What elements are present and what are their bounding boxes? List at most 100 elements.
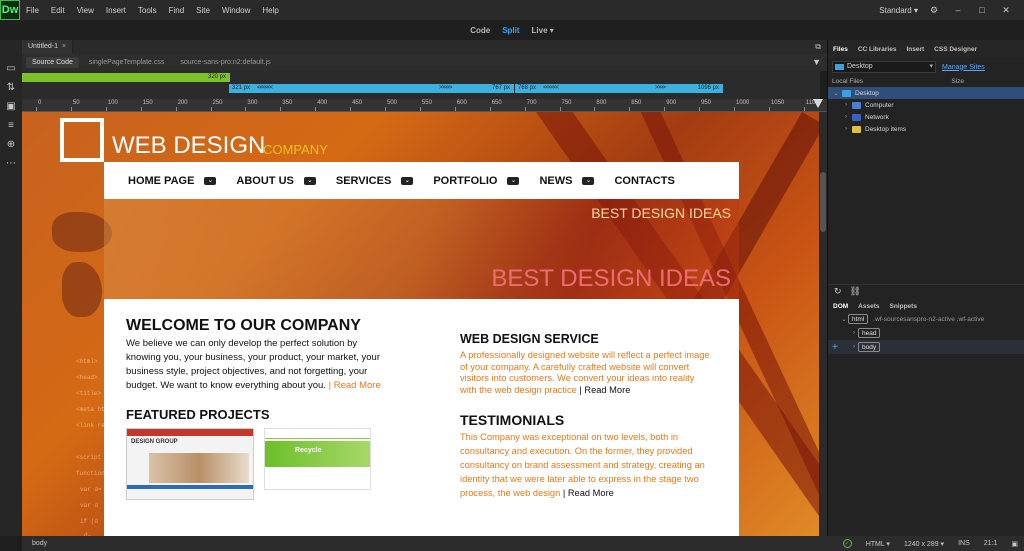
live-view-canvas[interactable]: <html> <head> <title> <meta ht <link rel… <box>22 112 819 536</box>
tab-snippets[interactable]: Snippets <box>885 303 922 310</box>
connect-icon[interactable]: ⛓ <box>850 286 861 297</box>
menu-window[interactable]: Window <box>216 6 256 15</box>
chevron-right-icon[interactable]: › <box>842 102 850 108</box>
status-bar: body ✓ HTML ▾ 1240 x 289 ▾ INS 21:1 ▣ <box>22 536 1024 551</box>
document-type-select[interactable]: HTML ▾ <box>866 540 890 548</box>
sync-settings-icon[interactable]: ⚙ <box>926 5 942 16</box>
menu-find[interactable]: Find <box>163 6 191 15</box>
chevron-right-icon[interactable]: › <box>850 344 858 350</box>
related-file-css[interactable]: singlePageTemplate.css <box>83 57 171 68</box>
live-view-button[interactable]: Live ▾ <box>532 26 554 35</box>
tree-item-network[interactable]: › Network <box>828 111 1024 123</box>
welcome-read-more-link[interactable]: | Read More <box>326 380 381 391</box>
sort-icon[interactable]: ⇅ <box>5 83 17 93</box>
media-query-768-1096[interactable]: 768 px <<<<<< >>>> 1096 px <box>515 84 723 93</box>
tree-item-computer[interactable]: › Computer <box>828 99 1024 111</box>
format-icon[interactable]: ≡ <box>5 121 17 131</box>
tab-cc-libraries[interactable]: CC Libraries <box>853 46 902 53</box>
tab-insert[interactable]: Insert <box>901 46 929 53</box>
close-icon[interactable]: ✕ <box>998 5 1014 16</box>
menu-help[interactable]: Help <box>256 6 284 15</box>
dom-node-html[interactable]: ⌄ html .wf-sourcesanspro-n2-active .wf-a… <box>828 312 1024 326</box>
tab-css-designer[interactable]: CSS Designer <box>929 46 982 53</box>
related-file-js[interactable]: source-sans-pro:n2:default.js <box>174 57 276 68</box>
testimonials-read-more-link[interactable]: | Read More <box>560 488 614 498</box>
chevron-down-icon[interactable]: ⌄ <box>840 316 848 323</box>
add-element-icon[interactable]: + <box>832 342 842 353</box>
tree-item-desktop-items[interactable]: › Desktop items <box>828 123 1024 135</box>
nav-services[interactable]: SERVICES ⌄ <box>336 175 414 187</box>
ruler-tick <box>734 107 735 111</box>
project-thumbnail-2[interactable]: Recycle <box>264 428 371 490</box>
thumb-caption: DESIGN GROUP <box>131 439 178 445</box>
refresh-icon[interactable]: ↻ <box>834 286 842 297</box>
tree-item-desktop[interactable]: ⌄ Desktop <box>828 87 1024 99</box>
nav-home[interactable]: HOME PAGE ⌄ <box>128 175 217 187</box>
dom-node-head[interactable]: › head <box>828 326 1024 340</box>
menu-tools[interactable]: Tools <box>132 6 163 15</box>
mq-chevrons-right: >>>>> <box>439 85 452 91</box>
workspace-label: Standard <box>879 5 912 15</box>
files-location-select[interactable]: Desktop ▾ <box>832 61 936 73</box>
code-view-button[interactable]: Code <box>470 26 490 35</box>
tab-assets[interactable]: Assets <box>853 303 884 310</box>
mq-label-1096: 1096 px <box>697 85 719 91</box>
chevron-right-icon[interactable]: › <box>842 114 850 120</box>
minimize-icon[interactable]: – <box>950 5 966 15</box>
size-column[interactable]: Size <box>951 78 964 85</box>
maximize-icon[interactable]: □ <box>974 5 990 15</box>
tab-untitled-1[interactable]: Untitled-1 × <box>22 40 74 54</box>
chevron-right-icon[interactable]: › <box>842 126 850 132</box>
nav-news[interactable]: NEWS ⌄ <box>539 175 595 187</box>
tab-dom[interactable]: DOM <box>828 303 853 310</box>
service-heading: WEB DESIGN SERVICE <box>460 332 599 346</box>
code-ghost-line: if (d <box>80 518 99 525</box>
local-files-column[interactable]: Local Files <box>832 78 863 85</box>
code-ghost-line: var d= <box>80 486 102 493</box>
ruler-tick <box>768 107 770 111</box>
menu-file[interactable]: File <box>20 6 45 15</box>
close-tab-icon[interactable]: × <box>62 43 66 50</box>
ruler-tick-label: 500 <box>387 100 398 106</box>
menu-edit[interactable]: Edit <box>45 6 71 15</box>
canvas-scrollbar[interactable] <box>819 112 827 536</box>
chevron-down-icon[interactable]: ⌄ <box>832 90 840 97</box>
tag-selector[interactable]: body <box>32 540 47 547</box>
menu-view[interactable]: View <box>71 6 100 15</box>
related-files-bar: Source Code singlePageTemplate.css sourc… <box>22 54 827 71</box>
menu-insert[interactable]: Insert <box>100 6 132 15</box>
nav-arrow-icon: ⌄ <box>303 176 316 185</box>
inspect-icon[interactable]: ▣ <box>5 102 17 112</box>
expand-icon[interactable]: ⧉ <box>815 40 821 54</box>
tab-files[interactable]: Files <box>828 46 853 53</box>
file-icon[interactable]: ▭ <box>5 64 17 74</box>
manage-sites-link[interactable]: Manage Sites <box>942 64 985 71</box>
target-icon[interactable]: ⊕ <box>5 140 17 150</box>
media-query-321-767[interactable]: 321 px <<<<<< >>>>> 767 px <box>229 84 514 93</box>
filter-icon[interactable]: ▼ <box>812 57 821 67</box>
service-read-more-link[interactable]: | Read More <box>577 385 630 395</box>
workspace-select[interactable]: Standard ▾ <box>879 6 918 15</box>
related-file-source-code[interactable]: Source Code <box>26 57 79 68</box>
validation-ok-icon[interactable]: ✓ <box>842 539 852 548</box>
ruler-tick-label: 250 <box>212 100 223 106</box>
window-size-select[interactable]: 1240 x 289 ▾ <box>904 540 944 548</box>
preview-icon[interactable]: ▣ <box>1011 540 1018 548</box>
media-query-320[interactable]: 320 px <box>22 73 230 82</box>
nav-portfolio[interactable]: PORTFOLIO ⌄ <box>433 175 520 187</box>
world-map-shape <box>52 212 112 252</box>
project-thumbnail-1[interactable]: DESIGN GROUP <box>126 428 254 500</box>
ruler-tick <box>699 107 701 111</box>
split-view-button[interactable]: Split <box>502 26 519 35</box>
insert-mode[interactable]: INS <box>958 540 970 547</box>
site-nav: HOME PAGE ⌄ ABOUT US ⌄ SERVICES ⌄ PORTFOLIO… <box>104 162 739 199</box>
more-icon[interactable]: ⋯ <box>5 159 17 169</box>
ruler-tick <box>629 107 631 111</box>
nav-contacts[interactable]: CONTACTS <box>614 175 674 187</box>
dom-node-body[interactable]: + › body <box>828 340 1024 354</box>
nav-about[interactable]: ABOUT US ⌄ <box>236 175 316 187</box>
scrollbar-thumb[interactable] <box>820 172 826 232</box>
menu-site[interactable]: Site <box>190 6 216 15</box>
live-view-label: Live <box>531 25 548 35</box>
chevron-right-icon[interactable]: › <box>850 330 858 336</box>
